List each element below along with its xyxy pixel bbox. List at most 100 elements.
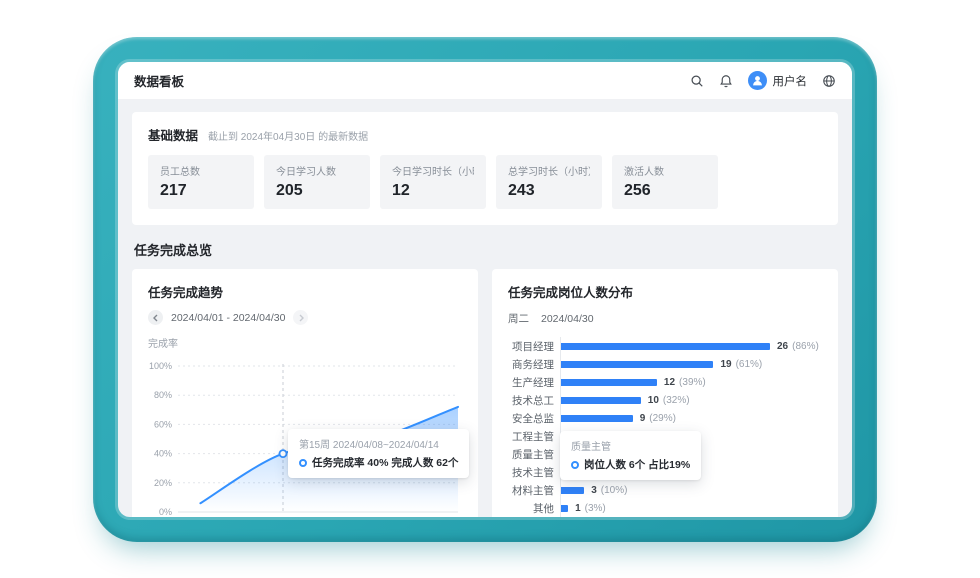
- bar[interactable]: [560, 361, 713, 368]
- globe-icon[interactable]: [821, 73, 836, 88]
- bar-row[interactable]: 技术总工 10 (32%): [508, 391, 822, 409]
- bar-category-label: 商务经理: [508, 357, 554, 372]
- bar-percent: (39%): [679, 377, 706, 388]
- bar-category-label: 生产经理: [508, 375, 554, 390]
- stat-box: 员工总数 217: [148, 155, 254, 209]
- distribution-tooltip: 质量主管 岗位人数 6个 占比19%: [560, 431, 701, 480]
- bar-row[interactable]: 生产经理 12 (39%): [508, 373, 822, 391]
- bar-value: 1: [575, 503, 581, 514]
- bell-icon[interactable]: [719, 73, 734, 88]
- tablet-screen: 数据看板: [118, 62, 852, 517]
- charts-row: 任务完成趋势 2024/04/01 - 2024/04/30 完成率 0% 20%…: [132, 269, 838, 517]
- stat-value: 243: [508, 182, 590, 200]
- header-actions: 用户名: [690, 71, 837, 90]
- basic-data-card: 基础数据 截止到 2024年04月30日 的最新数据 员工总数 217 今日学习人数…: [132, 112, 838, 225]
- stat-label: 今日学习时长（小时）: [392, 163, 474, 178]
- bar-value: 12: [664, 377, 675, 388]
- stat-value: 12: [392, 182, 474, 200]
- screen-body: 基础数据 截止到 2024年04月30日 的最新数据 员工总数 217 今日学习人数…: [118, 100, 852, 517]
- bar-row[interactable]: 项目经理 26 (86%): [508, 337, 822, 355]
- svg-text:20%: 20%: [154, 478, 172, 488]
- app-header: 数据看板: [118, 62, 852, 100]
- prev-range-button[interactable]: [148, 310, 163, 325]
- basic-stats-row: 员工总数 217 今日学习人数 205 今日学习时长（小时） 12 总学习时长（小时） 243…: [148, 155, 822, 209]
- bar-category-label: 质量主管: [508, 447, 554, 462]
- basic-data-note: 截止到 2024年04月30日 的最新数据: [208, 128, 368, 143]
- bar[interactable]: [560, 397, 641, 404]
- bar-category-label: 技术主管: [508, 465, 554, 480]
- bar-percent: (86%): [792, 341, 819, 352]
- series-marker-icon: [571, 461, 579, 469]
- bar-category-label: 其他: [508, 501, 554, 516]
- bar-percent: (3%): [585, 503, 606, 514]
- section-title-task-overview: 任务完成总览: [134, 240, 836, 259]
- bar-category-label: 材料主管: [508, 483, 554, 498]
- highlighted-data-point[interactable]: [280, 450, 287, 457]
- bar-category-label: 技术总工: [508, 393, 554, 408]
- distribution-card-title: 任务完成岗位人数分布: [508, 282, 822, 301]
- bar[interactable]: [560, 379, 657, 386]
- trend-tooltip-title: 第15周 2024/04/08~2024/04/14: [299, 436, 458, 451]
- user-name: 用户名: [773, 73, 808, 89]
- distribution-card: 任务完成岗位人数分布 周二 2024/04/30 项目经理 26 (86%) 商务经理…: [492, 269, 838, 517]
- bar-row[interactable]: 商务经理19(61%): [508, 355, 822, 373]
- stat-label: 总学习时长（小时）: [508, 163, 590, 178]
- bar-percent: (32%): [663, 395, 690, 406]
- search-icon[interactable]: [690, 73, 705, 88]
- stat-value: 256: [624, 182, 706, 200]
- bar-category-label: 安全总监: [508, 411, 554, 426]
- stat-box: 总学习时长（小时） 243: [496, 155, 602, 209]
- next-range-button[interactable]: [293, 310, 308, 325]
- bar-value: 19: [720, 359, 731, 370]
- distribution-bar-chart: 项目经理26(86%)商务经理19(61%)生产经理12(39%)技术总工10(…: [508, 337, 822, 517]
- svg-text:100%: 100%: [149, 361, 172, 371]
- bar-value: 26: [777, 341, 788, 352]
- trend-card: 任务完成趋势 2024/04/01 - 2024/04/30 完成率 0% 20%…: [132, 269, 478, 517]
- distribution-tooltip-text: 岗位人数 6个 占比19%: [584, 457, 690, 472]
- bar-row[interactable]: 其他 1 (3%): [508, 499, 822, 517]
- page-title: 数据看板: [134, 71, 184, 90]
- bar[interactable]: [560, 505, 568, 512]
- bar-value: 9: [640, 413, 646, 424]
- bar-row[interactable]: 安全总监 9(29%): [508, 409, 822, 427]
- bar-category-label: 工程主管: [508, 429, 554, 444]
- bar-value: 3: [591, 485, 597, 496]
- date-range-label: 2024/04/01 - 2024/04/30: [171, 312, 285, 324]
- svg-text:40%: 40%: [154, 449, 172, 459]
- tablet-frame: 数据看板: [93, 37, 877, 542]
- bar-category-label: 项目经理: [508, 339, 554, 354]
- trend-card-title: 任务完成趋势: [148, 282, 462, 301]
- user-menu[interactable]: 用户名: [748, 71, 808, 90]
- date-range-nav: 2024/04/01 - 2024/04/30: [148, 310, 462, 325]
- bar-value: 10: [648, 395, 659, 406]
- distribution-tooltip-title: 质量主管: [571, 438, 690, 453]
- trend-tooltip: 第15周 2024/04/08~2024/04/14 任务完成率 40% 完成人…: [288, 429, 469, 478]
- svg-text:80%: 80%: [154, 390, 172, 400]
- bar-row[interactable]: 材料主管 3 (10%): [508, 481, 822, 499]
- stat-value: 217: [160, 182, 242, 200]
- trend-tooltip-text: 任务完成率 40% 完成人数 62个: [312, 455, 458, 470]
- page: 数据看板: [0, 0, 980, 578]
- user-avatar: [748, 71, 767, 90]
- bar[interactable]: [560, 487, 584, 494]
- basic-data-header: 基础数据 截止到 2024年04月30日 的最新数据: [148, 125, 822, 144]
- trend-y-axis-label: 完成率: [148, 335, 462, 350]
- stat-box: 今日学习时长（小时） 12: [380, 155, 486, 209]
- stat-box: 今日学习人数 205: [264, 155, 370, 209]
- series-marker-icon: [299, 459, 307, 467]
- bar[interactable]: [560, 343, 770, 350]
- bar[interactable]: [560, 415, 633, 422]
- stat-label: 员工总数: [160, 163, 242, 178]
- stat-value: 205: [276, 182, 358, 200]
- svg-text:60%: 60%: [154, 419, 172, 429]
- weekday-label: 周二: [508, 311, 529, 326]
- date-label: 2024/04/30: [541, 313, 594, 325]
- svg-text:0%: 0%: [159, 507, 172, 517]
- bar-percent: (10%): [601, 485, 628, 496]
- stat-label: 激活人数: [624, 163, 706, 178]
- bar-percent: (29%): [649, 413, 676, 424]
- stat-label: 今日学习人数: [276, 163, 358, 178]
- basic-data-title: 基础数据: [148, 125, 198, 144]
- distribution-subtitle: 周二 2024/04/30: [508, 311, 822, 326]
- stat-box: 激活人数 256: [612, 155, 718, 209]
